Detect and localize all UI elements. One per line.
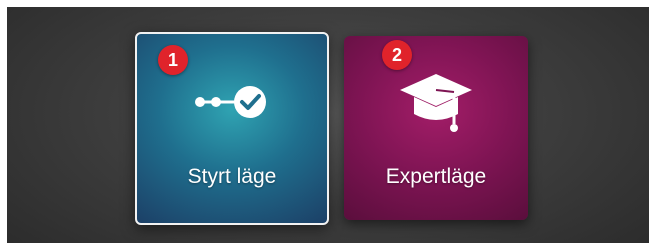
- guided-mode-label: Styrt läge: [187, 165, 277, 188]
- expert-mode-label: Expertläge: [385, 165, 487, 188]
- progress-steps-check-icon: [137, 84, 327, 120]
- step-badge: 2: [382, 40, 412, 70]
- expert-mode-tile[interactable]: 2 Expertläge: [344, 36, 528, 220]
- guided-mode-tile[interactable]: 1 Styrt läge: [135, 32, 329, 225]
- mode-picker-panel: 1 Styrt läge 2 Expertläge: [7, 7, 649, 243]
- graduation-cap-icon: [344, 70, 528, 142]
- step-badge: 1: [158, 45, 188, 75]
